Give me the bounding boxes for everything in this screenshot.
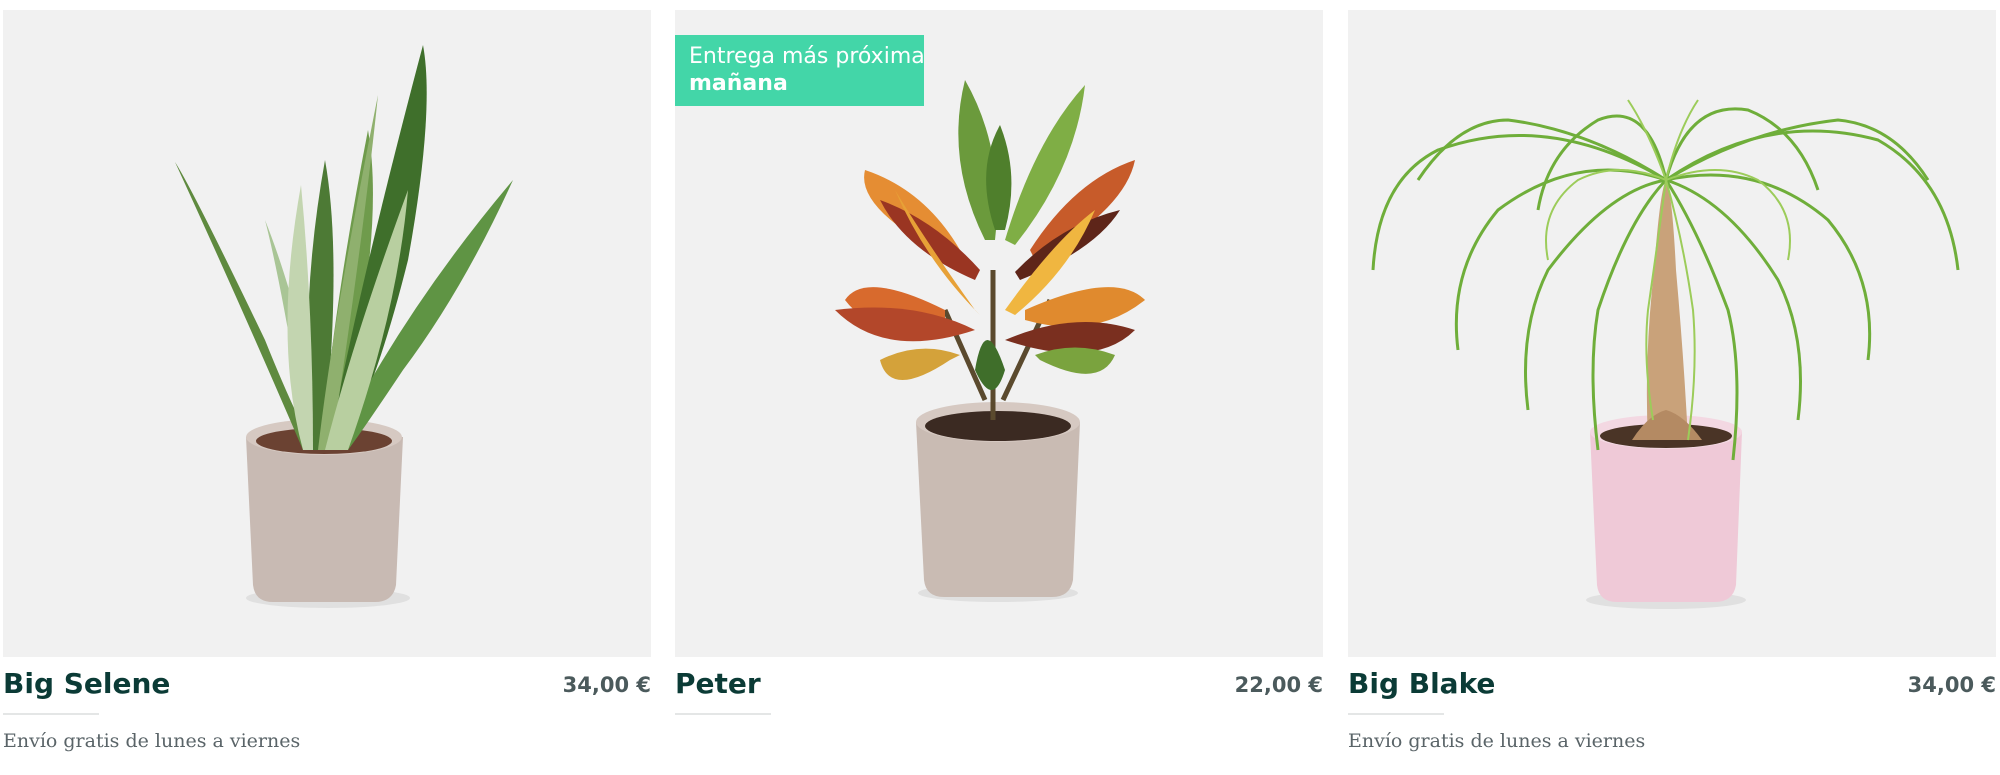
divider — [1348, 713, 1444, 715]
product-price: 34,00 € — [1907, 673, 1996, 697]
ponytail-palm-image — [1371, 99, 1960, 609]
badge-line-2: mañana — [689, 71, 788, 96]
divider — [3, 713, 99, 715]
delivery-badge: Entrega más próxima mañana — [675, 35, 925, 106]
product-card[interactable]: Big Selene 34,00 € Envío gratis de lunes… — [3, 10, 651, 770]
product-card[interactable]: Entrega más próxima mañana Peter 22,00 € — [675, 10, 1323, 770]
shipping-note: Envío gratis de lunes a viernes — [3, 730, 301, 752]
product-image[interactable]: Entrega más próxima mañana — [675, 10, 1323, 657]
badge-line-1: Entrega más próxima — [689, 44, 925, 69]
product-title[interactable]: Peter — [675, 666, 761, 702]
product-title[interactable]: Big Blake — [1348, 666, 1495, 702]
product-image[interactable] — [1348, 10, 1996, 657]
shipping-note: Envío gratis de lunes a viernes — [1348, 730, 1646, 752]
snake-plant-image — [175, 45, 513, 608]
divider — [675, 713, 771, 715]
product-image[interactable] — [3, 10, 651, 657]
product-grid: Big Selene 34,00 € Envío gratis de lunes… — [3, 10, 1997, 770]
product-price: 22,00 € — [1234, 673, 1323, 697]
croton-plant-image — [835, 80, 1145, 602]
product-price: 34,00 € — [562, 673, 651, 697]
product-card[interactable]: Big Blake 34,00 € Envío gratis de lunes … — [1348, 10, 1996, 770]
product-title[interactable]: Big Selene — [3, 666, 170, 702]
